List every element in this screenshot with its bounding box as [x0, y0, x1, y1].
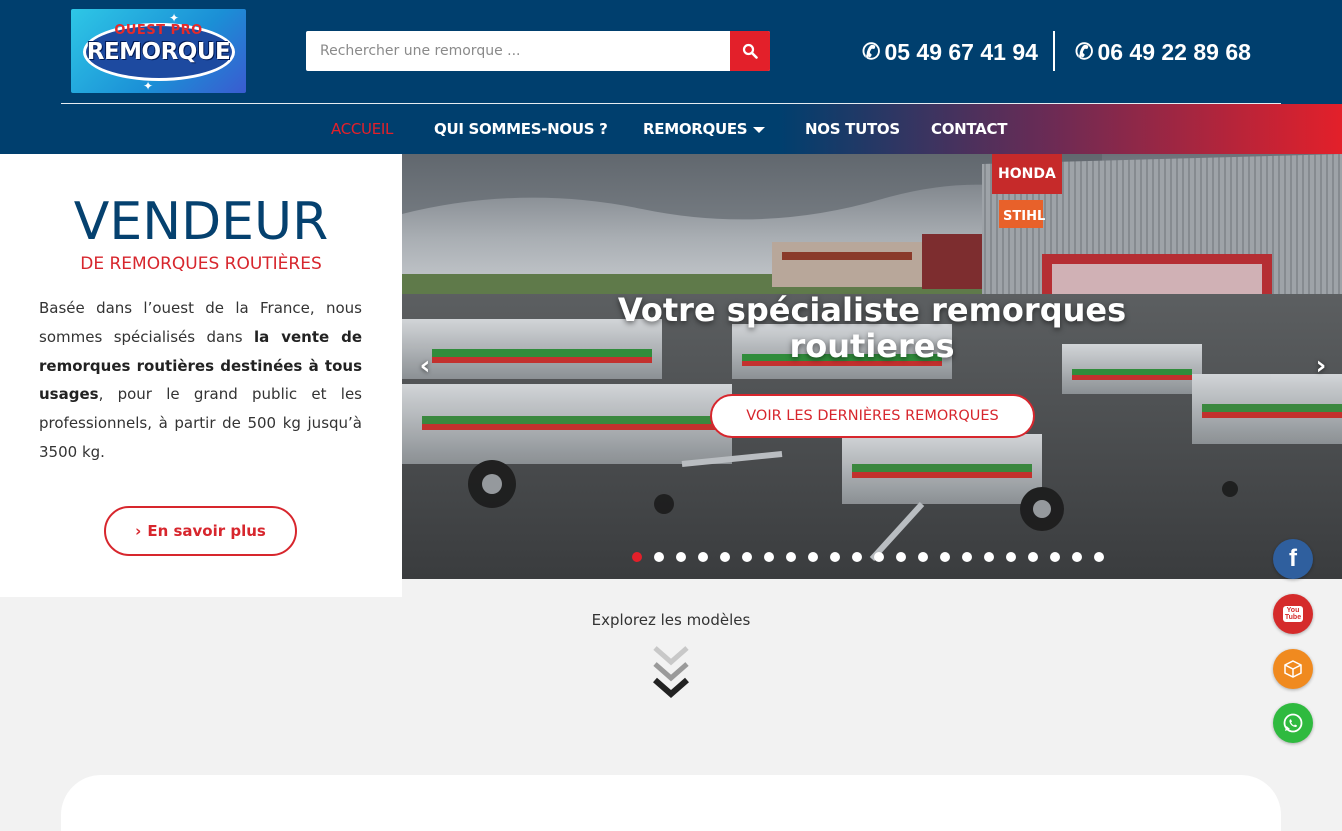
whatsapp-icon [1283, 713, 1303, 733]
slider-dot[interactable] [896, 552, 906, 562]
logo-main-word: REMORQUE [86, 39, 231, 65]
intro-text: Basée dans l’ouest de la France, nous so… [39, 294, 362, 467]
slider-dot[interactable] [962, 552, 972, 562]
slider-dot[interactable] [764, 552, 774, 562]
logo-top-word: OUEST PRO [114, 23, 203, 38]
nav-item-accueil[interactable]: ACCUEIL [331, 120, 393, 138]
hero-title: Votre spécialiste remorques routieres [617, 291, 1127, 365]
slider-dot[interactable] [940, 552, 950, 562]
slider-dot[interactable] [632, 552, 642, 562]
slider-dot[interactable] [852, 552, 862, 562]
latest-trailers-button[interactable]: VOIR LES DERNIÈRES REMORQUES [710, 394, 1035, 438]
youtube-label-bottom: Tube [1284, 614, 1302, 621]
phone-icon: ✆ [1075, 39, 1094, 64]
slider-dot[interactable] [1072, 552, 1082, 562]
hero-slide-image: HONDA STIHL [402, 154, 1342, 579]
youtube-button[interactable]: You Tube [1273, 594, 1313, 634]
slider-dot[interactable] [786, 552, 796, 562]
nav-item-nos-tutos[interactable]: NOS TUTOS [805, 120, 900, 138]
explore-label: Explorez les modèles [591, 611, 751, 629]
youtube-label-top: You [1286, 607, 1300, 614]
phone-text-1: 05 49 67 41 94 [884, 38, 1038, 65]
nav-item-qui-sommes-nous[interactable]: QUI SOMMES-NOUS ? [434, 120, 608, 138]
cube-button[interactable] [1273, 649, 1313, 689]
slider-dot[interactable] [984, 552, 994, 562]
slider-dot[interactable] [1006, 552, 1016, 562]
chevron-left-icon: ‹ [419, 351, 431, 381]
slider-dot[interactable] [676, 552, 686, 562]
slider-dot[interactable] [874, 552, 884, 562]
phone-icon: ✆ [862, 39, 881, 64]
slider-prev-arrow[interactable]: ‹ [411, 350, 439, 382]
facebook-button[interactable]: f [1273, 539, 1313, 579]
intro-title: VENDEUR [73, 192, 329, 252]
slider-dot[interactable] [698, 552, 708, 562]
search-button[interactable] [730, 31, 770, 71]
store-sign-honda: HONDA [998, 166, 1056, 182]
phone-number-2[interactable]: ✆ 06 49 22 89 68 [1075, 34, 1251, 70]
slider-next-arrow[interactable]: › [1307, 350, 1335, 382]
slider-dot[interactable] [1094, 552, 1104, 562]
cube-icon [1284, 660, 1302, 678]
chevron-right-icon: › [1315, 351, 1327, 381]
slider-dot[interactable] [918, 552, 928, 562]
chevron-right-icon: › [135, 522, 142, 540]
chevron-down-icon [753, 126, 766, 133]
learn-more-label: En savoir plus [147, 522, 266, 540]
learn-more-button[interactable]: › En savoir plus [104, 506, 297, 556]
slider-dot[interactable] [720, 552, 730, 562]
phone-text-2: 06 49 22 89 68 [1097, 38, 1251, 65]
phone-number-1[interactable]: ✆ 05 49 67 41 94 [862, 34, 1038, 70]
search-input[interactable] [306, 31, 730, 71]
facebook-icon: f [1289, 545, 1297, 572]
store-sign-stihl: STIHL [1003, 209, 1045, 224]
slider-dot[interactable] [654, 552, 664, 562]
search-bar [306, 31, 770, 71]
slider-dot[interactable] [1028, 552, 1038, 562]
hero-slider: HONDA STIHL Votre spécialiste remorques … [402, 154, 1342, 579]
slider-dot[interactable] [830, 552, 840, 562]
slider-dot[interactable] [742, 552, 752, 562]
youtube-icon: You Tube [1283, 606, 1303, 622]
site-logo[interactable]: ✦ ✦ OUEST PRO REMORQUE [71, 9, 246, 93]
intro-panel: VENDEUR DE REMORQUES ROUTIÈRES Basée dan… [0, 154, 402, 597]
slider-dot[interactable] [1050, 552, 1060, 562]
nav-item-contact[interactable]: CONTACT [931, 120, 1007, 138]
slider-pagination [632, 552, 1104, 564]
search-icon [742, 43, 758, 59]
site-header: ✦ ✦ OUEST PRO REMORQUE ✆ 05 49 67 41 94 … [0, 0, 1342, 154]
nav-item-remorques-label: REMORQUES [643, 120, 748, 138]
logo-star-icon: ✦ [143, 79, 154, 93]
whatsapp-button[interactable] [1273, 703, 1313, 743]
phone-divider [1053, 31, 1055, 71]
double-chevron-down-icon[interactable] [652, 642, 690, 704]
content-card [61, 775, 1281, 831]
slider-dot[interactable] [808, 552, 818, 562]
main-nav: ACCUEIL QUI SOMMES-NOUS ? REMORQUES NOS … [0, 104, 1342, 154]
nav-item-remorques[interactable]: REMORQUES [643, 120, 766, 138]
intro-subtitle: DE REMORQUES ROUTIÈRES [80, 254, 322, 274]
